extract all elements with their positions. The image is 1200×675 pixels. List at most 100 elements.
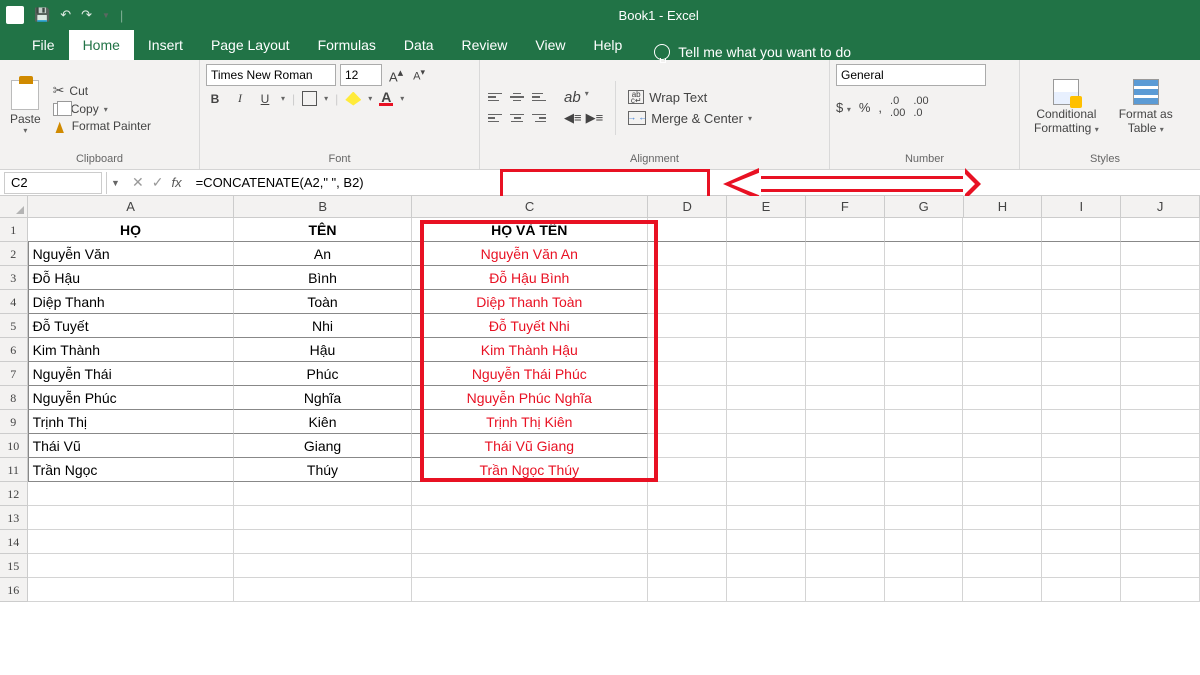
- copy-button[interactable]: Copy ▾: [53, 102, 151, 116]
- cell-C5[interactable]: Đỗ Tuyết Nhi: [412, 314, 648, 338]
- cell-H6[interactable]: [963, 338, 1042, 362]
- cell-E6[interactable]: [727, 338, 806, 362]
- bold-button[interactable]: B: [206, 92, 224, 106]
- cell-A10[interactable]: Thái Vũ: [28, 434, 235, 458]
- tab-page-layout[interactable]: Page Layout: [197, 30, 304, 60]
- font-size-select[interactable]: [340, 64, 382, 86]
- cell-E5[interactable]: [727, 314, 806, 338]
- row-header-2[interactable]: 2: [0, 242, 28, 266]
- redo-icon[interactable]: ↷: [81, 7, 92, 23]
- cell-F6[interactable]: [806, 338, 885, 362]
- cell-J14[interactable]: [1121, 530, 1200, 554]
- cell-F13[interactable]: [806, 506, 885, 530]
- cell-F1[interactable]: [806, 218, 885, 242]
- cell-D1[interactable]: [648, 218, 727, 242]
- cell-F10[interactable]: [806, 434, 885, 458]
- row-header-6[interactable]: 6: [0, 338, 28, 362]
- row-header-4[interactable]: 4: [0, 290, 28, 314]
- cell-H9[interactable]: [963, 410, 1042, 434]
- cell-D10[interactable]: [648, 434, 727, 458]
- cell-A8[interactable]: Nguyễn Phúc: [28, 386, 235, 410]
- cell-H1[interactable]: [963, 218, 1042, 242]
- cell-I15[interactable]: [1042, 554, 1121, 578]
- cell-E15[interactable]: [727, 554, 806, 578]
- cell-I11[interactable]: [1042, 458, 1121, 482]
- cell-G16[interactable]: [885, 578, 964, 602]
- accounting-format-button[interactable]: $ ▾: [836, 100, 851, 115]
- cell-F3[interactable]: [806, 266, 885, 290]
- cell-J8[interactable]: [1121, 386, 1200, 410]
- name-box-dropdown-icon[interactable]: ▼: [106, 172, 124, 194]
- row-header-11[interactable]: 11: [0, 458, 28, 482]
- cell-E16[interactable]: [727, 578, 806, 602]
- cell-G4[interactable]: [885, 290, 964, 314]
- cell-G8[interactable]: [885, 386, 964, 410]
- cell-H8[interactable]: [963, 386, 1042, 410]
- tab-data[interactable]: Data: [390, 30, 448, 60]
- cell-E12[interactable]: [727, 482, 806, 506]
- cell-H2[interactable]: [963, 242, 1042, 266]
- align-left-button[interactable]: [486, 110, 504, 126]
- cell-I9[interactable]: [1042, 410, 1121, 434]
- cell-G5[interactable]: [885, 314, 964, 338]
- col-header-F[interactable]: F: [806, 196, 885, 217]
- cell-H13[interactable]: [963, 506, 1042, 530]
- cell-D13[interactable]: [648, 506, 727, 530]
- cell-D6[interactable]: [648, 338, 727, 362]
- cell-H7[interactable]: [963, 362, 1042, 386]
- align-top-button[interactable]: [486, 89, 504, 105]
- cell-A2[interactable]: Nguyễn Văn: [28, 242, 235, 266]
- tab-home[interactable]: Home: [69, 30, 134, 60]
- cell-B6[interactable]: Hậu: [234, 338, 411, 362]
- cell-I14[interactable]: [1042, 530, 1121, 554]
- cell-J9[interactable]: [1121, 410, 1200, 434]
- undo-icon[interactable]: ↶: [60, 7, 71, 23]
- cell-J2[interactable]: [1121, 242, 1200, 266]
- tab-view[interactable]: View: [521, 30, 579, 60]
- cell-A12[interactable]: [28, 482, 235, 506]
- row-header-5[interactable]: 5: [0, 314, 28, 338]
- cell-A5[interactable]: Đỗ Tuyết: [28, 314, 235, 338]
- cell-B5[interactable]: Nhi: [234, 314, 411, 338]
- row-header-13[interactable]: 13: [0, 506, 28, 530]
- cell-A11[interactable]: Trần Ngọc: [28, 458, 235, 482]
- cell-D5[interactable]: [648, 314, 727, 338]
- tab-help[interactable]: Help: [580, 30, 637, 60]
- cell-J10[interactable]: [1121, 434, 1200, 458]
- cell-C15[interactable]: [412, 554, 648, 578]
- format-painter-button[interactable]: Format Painter: [53, 119, 151, 133]
- cell-F14[interactable]: [806, 530, 885, 554]
- cell-J1[interactable]: [1121, 218, 1200, 242]
- cell-F11[interactable]: [806, 458, 885, 482]
- cell-C6[interactable]: Kim Thành Hậu: [412, 338, 648, 362]
- cell-D12[interactable]: [648, 482, 727, 506]
- cell-I13[interactable]: [1042, 506, 1121, 530]
- col-header-E[interactable]: E: [727, 196, 806, 217]
- row-header-3[interactable]: 3: [0, 266, 28, 290]
- col-header-C[interactable]: C: [412, 196, 648, 217]
- cell-B3[interactable]: Bình: [234, 266, 411, 290]
- underline-button[interactable]: U: [256, 92, 274, 106]
- align-right-button[interactable]: [530, 110, 548, 126]
- cell-E4[interactable]: [727, 290, 806, 314]
- cell-H16[interactable]: [963, 578, 1042, 602]
- cell-E3[interactable]: [727, 266, 806, 290]
- cell-G1[interactable]: [885, 218, 964, 242]
- cell-J6[interactable]: [1121, 338, 1200, 362]
- merge-center-button[interactable]: Merge & Center ▾: [628, 111, 752, 126]
- cell-F4[interactable]: [806, 290, 885, 314]
- cell-J7[interactable]: [1121, 362, 1200, 386]
- cell-A3[interactable]: Đỗ Hậu: [28, 266, 235, 290]
- cell-C14[interactable]: [412, 530, 648, 554]
- cell-B2[interactable]: An: [234, 242, 411, 266]
- paste-button[interactable]: Paste ▾: [6, 78, 45, 137]
- align-middle-button[interactable]: [508, 89, 526, 105]
- row-header-1[interactable]: 1: [0, 218, 28, 242]
- cell-G7[interactable]: [885, 362, 964, 386]
- italic-button[interactable]: I: [231, 91, 249, 106]
- cell-G3[interactable]: [885, 266, 964, 290]
- cell-G11[interactable]: [885, 458, 964, 482]
- cell-G6[interactable]: [885, 338, 964, 362]
- cell-I2[interactable]: [1042, 242, 1121, 266]
- decrease-font-icon[interactable]: A▾: [410, 67, 428, 83]
